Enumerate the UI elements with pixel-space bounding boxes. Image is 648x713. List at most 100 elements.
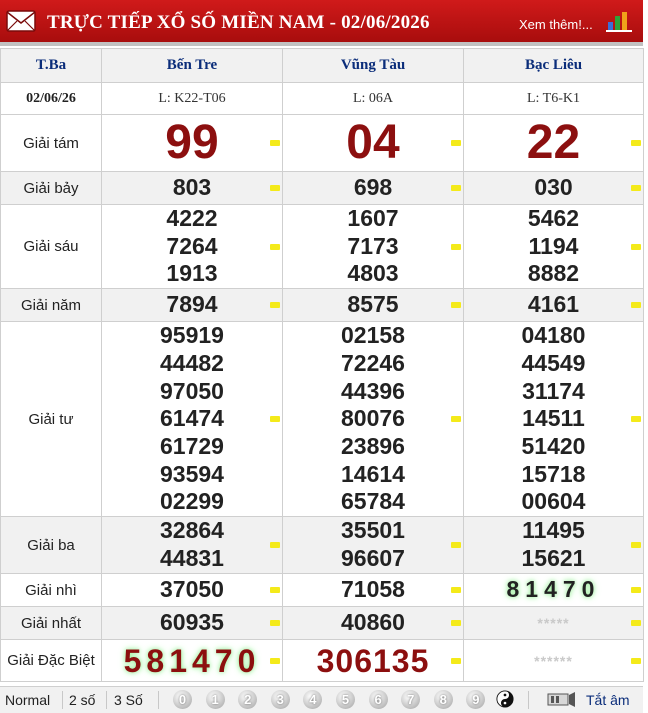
ticket-code-bac-lieu: L: T6-K1 [463, 82, 644, 115]
copy-marker-icon[interactable] [451, 302, 461, 309]
prize-number: 8575 [347, 291, 399, 318]
digit-filter-2[interactable]: 2 [238, 690, 258, 709]
prize-cell: 4161 [463, 288, 644, 323]
prize-cell: 81470 [463, 573, 644, 608]
copy-marker-icon[interactable] [270, 185, 280, 191]
prize-number: 581470 [123, 642, 261, 679]
see-more-link[interactable]: Xem thêm!... [519, 17, 593, 32]
copy-marker-icon[interactable] [270, 587, 280, 594]
province-bac-lieu[interactable]: Bạc Liêu [463, 48, 644, 83]
copy-marker-icon[interactable] [451, 657, 461, 664]
prize-label: Giải bảy [0, 171, 102, 205]
copy-marker-icon[interactable] [631, 657, 641, 664]
copy-marker-icon[interactable] [451, 587, 461, 594]
prize-cell: ****** [463, 639, 644, 683]
digit-filter-5[interactable]: 5 [336, 690, 355, 709]
prize-row-g6: Giải sáu 4222 7264 1913 1607 7173 4803 5462 1194… [0, 203, 644, 290]
prize-number: ****** [534, 652, 573, 669]
prize-number: 96607 [341, 545, 405, 572]
speaker-icon[interactable] [547, 691, 577, 708]
prize-number: 61729 [160, 432, 224, 459]
prize-number: 22 [526, 116, 581, 169]
copy-marker-icon[interactable] [631, 620, 641, 627]
prize-number: 37050 [160, 576, 224, 603]
lottery-widget: TRỰC TIẾP XỔ SỐ MIỀN NAM - 02/06/2026 Xe… [0, 0, 644, 713]
prize-number: 61474 [160, 405, 224, 432]
prize-number: 15621 [521, 545, 586, 572]
prize-row-g8: Giải tám 99 04 22 [0, 114, 644, 172]
prize-cell: 7894 [101, 288, 283, 323]
copy-marker-icon[interactable] [451, 185, 461, 191]
prize-number: 306135 [316, 642, 430, 679]
prize-number: 030 [534, 174, 573, 201]
copy-marker-icon[interactable] [270, 657, 280, 664]
prize-number: 44831 [160, 545, 224, 572]
prize-cell: 02158 72246 44396 80076 23896 14614 65784 [282, 321, 464, 518]
province-vung-tau[interactable]: Vũng Tàu [282, 48, 464, 83]
digit-filter-0[interactable]: 0 [173, 690, 192, 709]
sound-toggle-label[interactable]: Tắt âm [586, 692, 630, 708]
prize-cell: 95919 44482 97050 61474 61729 93594 02299 [101, 321, 283, 518]
copy-marker-icon[interactable] [631, 416, 641, 423]
copy-marker-icon[interactable] [631, 243, 641, 250]
prize-row-g5: Giải năm 7894 8575 4161 [0, 288, 644, 323]
copy-marker-icon[interactable] [270, 542, 280, 549]
copy-marker-icon[interactable] [270, 243, 280, 250]
prize-row-g7: Giải bảy 803 698 030 [0, 171, 644, 205]
prize-number: 1607 [347, 205, 399, 231]
prize-number: 5462 [527, 205, 580, 231]
prize-number: 44482 [160, 349, 224, 376]
digit-filter-1[interactable]: 1 [205, 690, 225, 709]
prize-label: Giải nhì [0, 573, 102, 608]
copy-marker-icon[interactable] [270, 416, 280, 423]
copy-marker-icon[interactable] [631, 140, 641, 146]
prize-number: 81470 [506, 576, 601, 603]
copy-marker-icon[interactable] [631, 587, 641, 594]
copy-marker-icon[interactable] [631, 302, 641, 309]
prize-number: 15718 [521, 460, 586, 487]
prize-number: 23896 [341, 432, 405, 459]
digit-filter-3[interactable]: 3 [270, 690, 290, 709]
prize-number: 31174 [522, 377, 585, 404]
prize-number: 32864 [160, 517, 224, 544]
prize-number: 02158 [341, 322, 405, 349]
copy-marker-icon[interactable] [451, 140, 461, 146]
copy-marker-icon[interactable] [270, 140, 280, 146]
prize-number: 803 [172, 174, 212, 201]
prize-row-g1: Giải nhất 60935 40860 ***** [0, 606, 644, 641]
mail-icon [6, 10, 36, 32]
mode-3-digits[interactable]: 3 Số [114, 692, 143, 708]
copy-marker-icon[interactable] [631, 185, 641, 191]
prize-number: 14614 [341, 460, 405, 487]
copy-marker-icon[interactable] [270, 302, 280, 309]
digit-filter-7[interactable]: 7 [401, 690, 421, 709]
prize-number: 65784 [341, 488, 405, 515]
prize-number: 35501 [341, 517, 405, 544]
day-of-week: T.Ba [0, 48, 102, 83]
province-ben-tre[interactable]: Bến Tre [101, 48, 283, 83]
prize-number: 95919 [160, 322, 224, 349]
mode-2-digits[interactable]: 2 số [69, 692, 95, 708]
prize-number: 4803 [347, 260, 399, 287]
yin-yang-icon[interactable] [496, 690, 514, 708]
digit-filter-6[interactable]: 6 [368, 690, 388, 709]
bar-chart-icon[interactable] [606, 10, 632, 32]
prize-cell: 04180 44549 31174 14511 51420 15718 00604 [463, 321, 644, 518]
copy-marker-icon[interactable] [631, 542, 641, 549]
prize-cell: 40860 [282, 606, 464, 641]
prize-row-g4: Giải tư 95919 44482 97050 61474 61729 93594 022… [0, 321, 644, 518]
copy-marker-icon[interactable] [451, 542, 461, 549]
prize-label: Giải tám [0, 114, 102, 172]
copy-marker-icon[interactable] [451, 620, 461, 627]
copy-marker-icon[interactable] [451, 243, 461, 250]
prize-label: Giải Đặc Biệt [0, 639, 102, 683]
digit-filter-9[interactable]: 9 [466, 690, 486, 709]
copy-marker-icon[interactable] [270, 620, 280, 627]
digit-filter-8[interactable]: 8 [433, 690, 453, 709]
prize-cell: 306135 [282, 639, 464, 683]
digit-filter-4[interactable]: 4 [303, 690, 323, 709]
mode-normal[interactable]: Normal [5, 692, 50, 708]
ticket-code-row: 02/06/26 L: K22-T06 L: 06A L: T6-K1 [0, 82, 644, 115]
prize-cell: 32864 44831 [101, 516, 283, 575]
copy-marker-icon[interactable] [451, 416, 461, 423]
